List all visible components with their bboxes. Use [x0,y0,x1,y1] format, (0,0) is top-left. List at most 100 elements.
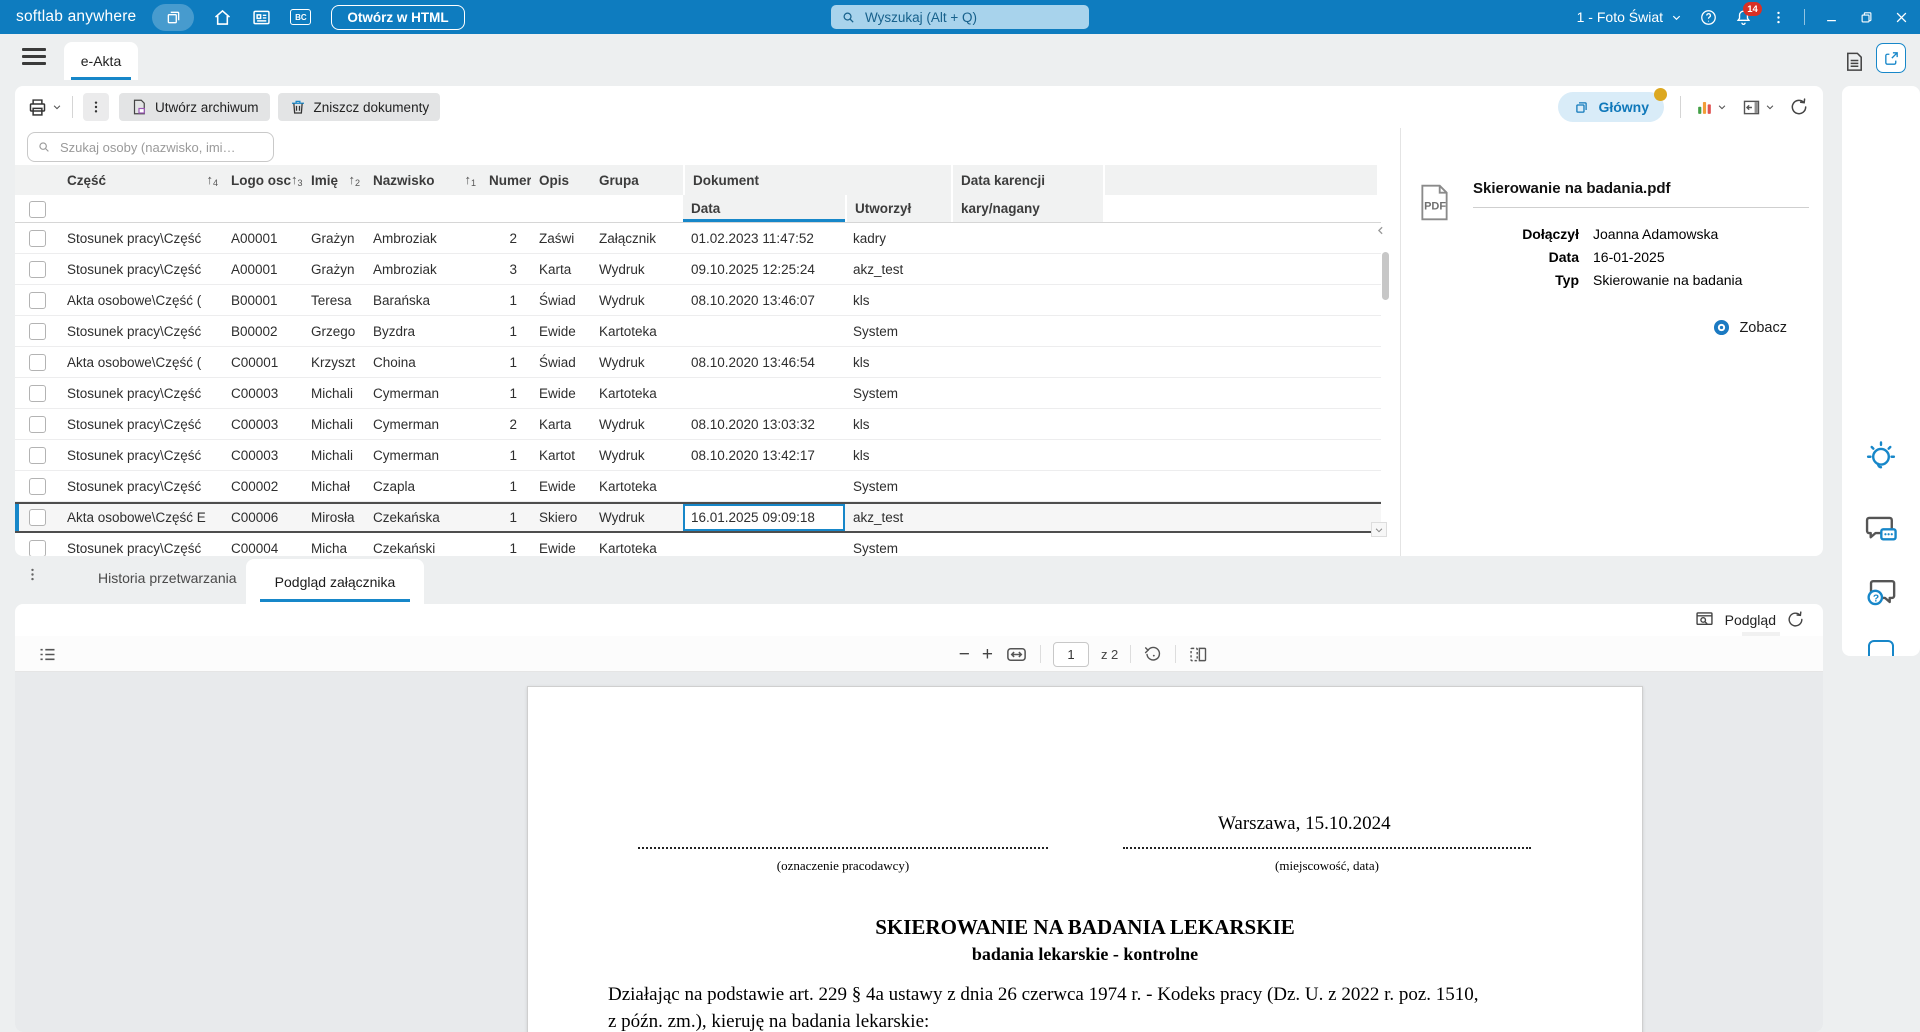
cell-numer[interactable]: 1 [481,316,531,346]
cell-kary[interactable] [951,285,1103,315]
tab-e-akta[interactable]: e-Akta [64,42,138,80]
cell-data[interactable] [683,316,845,346]
cell-utworzyl[interactable]: kls [845,440,951,470]
person-search[interactable] [27,132,274,162]
table-row[interactable]: Stosunek pracy\Część A00001 Grażyn Ambrozia… [15,223,1381,254]
table-row[interactable]: Stosunek pracy\Część A00001 Grażyn Ambrozia… [15,254,1381,285]
print-button[interactable] [27,97,62,118]
cell-nazwisko[interactable]: Czekańska [365,504,481,531]
cell-data[interactable]: 08.10.2020 13:03:32 [683,409,845,439]
cell-numer[interactable]: 1 [481,378,531,408]
column-header-data[interactable]: Data [683,195,845,222]
table-row[interactable]: Stosunek pracy\Część C00003 Michali Cymerma… [15,409,1381,440]
cell-logo[interactable]: C00003 [223,409,303,439]
row-checkbox-cell[interactable] [15,440,59,470]
table-row[interactable]: Stosunek pracy\Część B00002 Grzego Byzdra 1 E… [15,316,1381,347]
apps-button[interactable] [152,3,195,31]
table-row[interactable]: Stosunek pracy\Część C00003 Michali Cymerma… [15,378,1381,409]
cell-opis[interactable]: Zaświ [531,223,591,253]
refresh-button[interactable] [1789,97,1809,117]
document-list-button[interactable] [1843,50,1866,73]
cell-kary[interactable] [951,254,1103,284]
table-row[interactable]: Akta osobowe\Część E C00006 Mirosła Czekańs… [15,502,1381,533]
cell-nazwisko[interactable]: Cymerman [365,409,481,439]
column-header-imie[interactable]: Imię ↑ 2 [303,165,365,195]
cell-logo[interactable]: A00001 [223,254,303,284]
cell-logo[interactable]: C00004 [223,533,303,556]
cell-data[interactable]: 01.02.2023 11:47:52 [683,223,845,253]
cell-grupa[interactable]: Kartoteka [591,316,683,346]
row-checkbox[interactable] [29,291,46,309]
row-checkbox[interactable] [29,415,46,433]
cell-opis[interactable]: Karta [531,409,591,439]
cell-numer[interactable]: 1 [481,504,531,531]
cell-logo[interactable]: B00001 [223,285,303,315]
cell-grupa[interactable]: Wydruk [591,504,683,531]
cell-imie[interactable]: Teresa [303,285,365,315]
more-tools-button[interactable] [1868,640,1894,656]
rotate-button[interactable] [1143,644,1163,664]
cell-czesc[interactable]: Stosunek pracy\Część [59,316,223,346]
cell-utworzyl[interactable]: kls [845,285,951,315]
row-checkbox[interactable] [29,384,46,402]
row-checkbox[interactable] [29,260,46,278]
tab-historia-przetwarzania[interactable]: Historia przetwarzania [98,570,237,586]
cell-czesc[interactable]: Stosunek pracy\Część [59,223,223,253]
cell-utworzyl[interactable]: kls [845,409,951,439]
row-checkbox-cell[interactable] [15,504,59,531]
select-all-checkbox[interactable] [29,201,46,218]
cell-numer[interactable]: 1 [481,440,531,470]
minimize-button[interactable] [1822,8,1840,26]
column-header-czesc[interactable]: Część ↑ 4 [59,165,223,195]
cell-imie[interactable]: Micha [303,533,365,556]
cell-grupa[interactable]: Kartoteka [591,533,683,556]
cell-nazwisko[interactable]: Czekański [365,533,481,556]
cell-grupa[interactable]: Wydruk [591,347,683,377]
help-button[interactable] [1699,8,1717,26]
row-checkbox[interactable] [29,229,46,247]
cell-logo[interactable]: A00001 [223,223,303,253]
cell-utworzyl[interactable]: System [845,471,951,501]
cell-utworzyl[interactable]: kls [845,347,951,377]
cell-utworzyl[interactable]: akz_test [845,504,951,531]
column-header-grupa[interactable]: Grupa [591,165,683,195]
person-search-input[interactable] [58,138,262,156]
cell-imie[interactable]: Grażyn [303,223,365,253]
cell-grupa[interactable]: Kartoteka [591,378,683,408]
more-actions-button[interactable] [83,93,109,121]
cell-imie[interactable]: Michali [303,378,365,408]
global-search-input[interactable] [863,8,1067,26]
cell-utworzyl[interactable]: System [845,378,951,408]
cell-kary[interactable] [951,533,1103,556]
cell-nazwisko[interactable]: Cymerman [365,378,481,408]
cell-data[interactable] [683,471,845,501]
cell-opis[interactable]: Ewide [531,471,591,501]
cell-nazwisko[interactable]: Byzdra [365,316,481,346]
table-row[interactable]: Stosunek pracy\Część C00002 Michał Czapla 1 E… [15,471,1381,502]
table-row[interactable]: Stosunek pracy\Część C00004 Micha Czekański… [15,533,1381,556]
cell-opis[interactable]: Karta [531,254,591,284]
column-header-logo[interactable]: Logo osc ↑ 3 [223,165,303,195]
cell-grupa[interactable]: Wydruk [591,440,683,470]
tab-podglad-zalacznika[interactable]: Podgląd załącznika [246,559,424,604]
cell-kary[interactable] [951,378,1103,408]
cell-nazwisko[interactable]: Barańska [365,285,481,315]
row-checkbox-cell[interactable] [15,347,59,377]
page-number-input[interactable] [1052,641,1089,667]
row-checkbox-cell[interactable] [15,254,59,284]
cell-czesc[interactable]: Stosunek pracy\Część [59,471,223,501]
cell-data[interactable]: 09.10.2025 12:25:24 [683,254,845,284]
table-scrollbar-thumb[interactable] [1382,252,1389,300]
main-menu-button[interactable] [22,48,46,65]
home-button[interactable] [212,7,233,28]
cell-imie[interactable]: Mirosła [303,504,365,531]
cell-logo[interactable]: C00006 [223,504,303,531]
zoom-out-button[interactable]: − [959,645,970,664]
cell-opis[interactable]: Skiero [531,504,591,531]
column-header-opis[interactable]: Opis [531,165,591,195]
cell-numer[interactable]: 1 [481,347,531,377]
topbar-menu-button[interactable] [1769,8,1787,26]
statistics-button[interactable] [1695,98,1727,117]
row-checkbox[interactable] [29,446,46,464]
feedback-button[interactable] [1862,510,1900,548]
